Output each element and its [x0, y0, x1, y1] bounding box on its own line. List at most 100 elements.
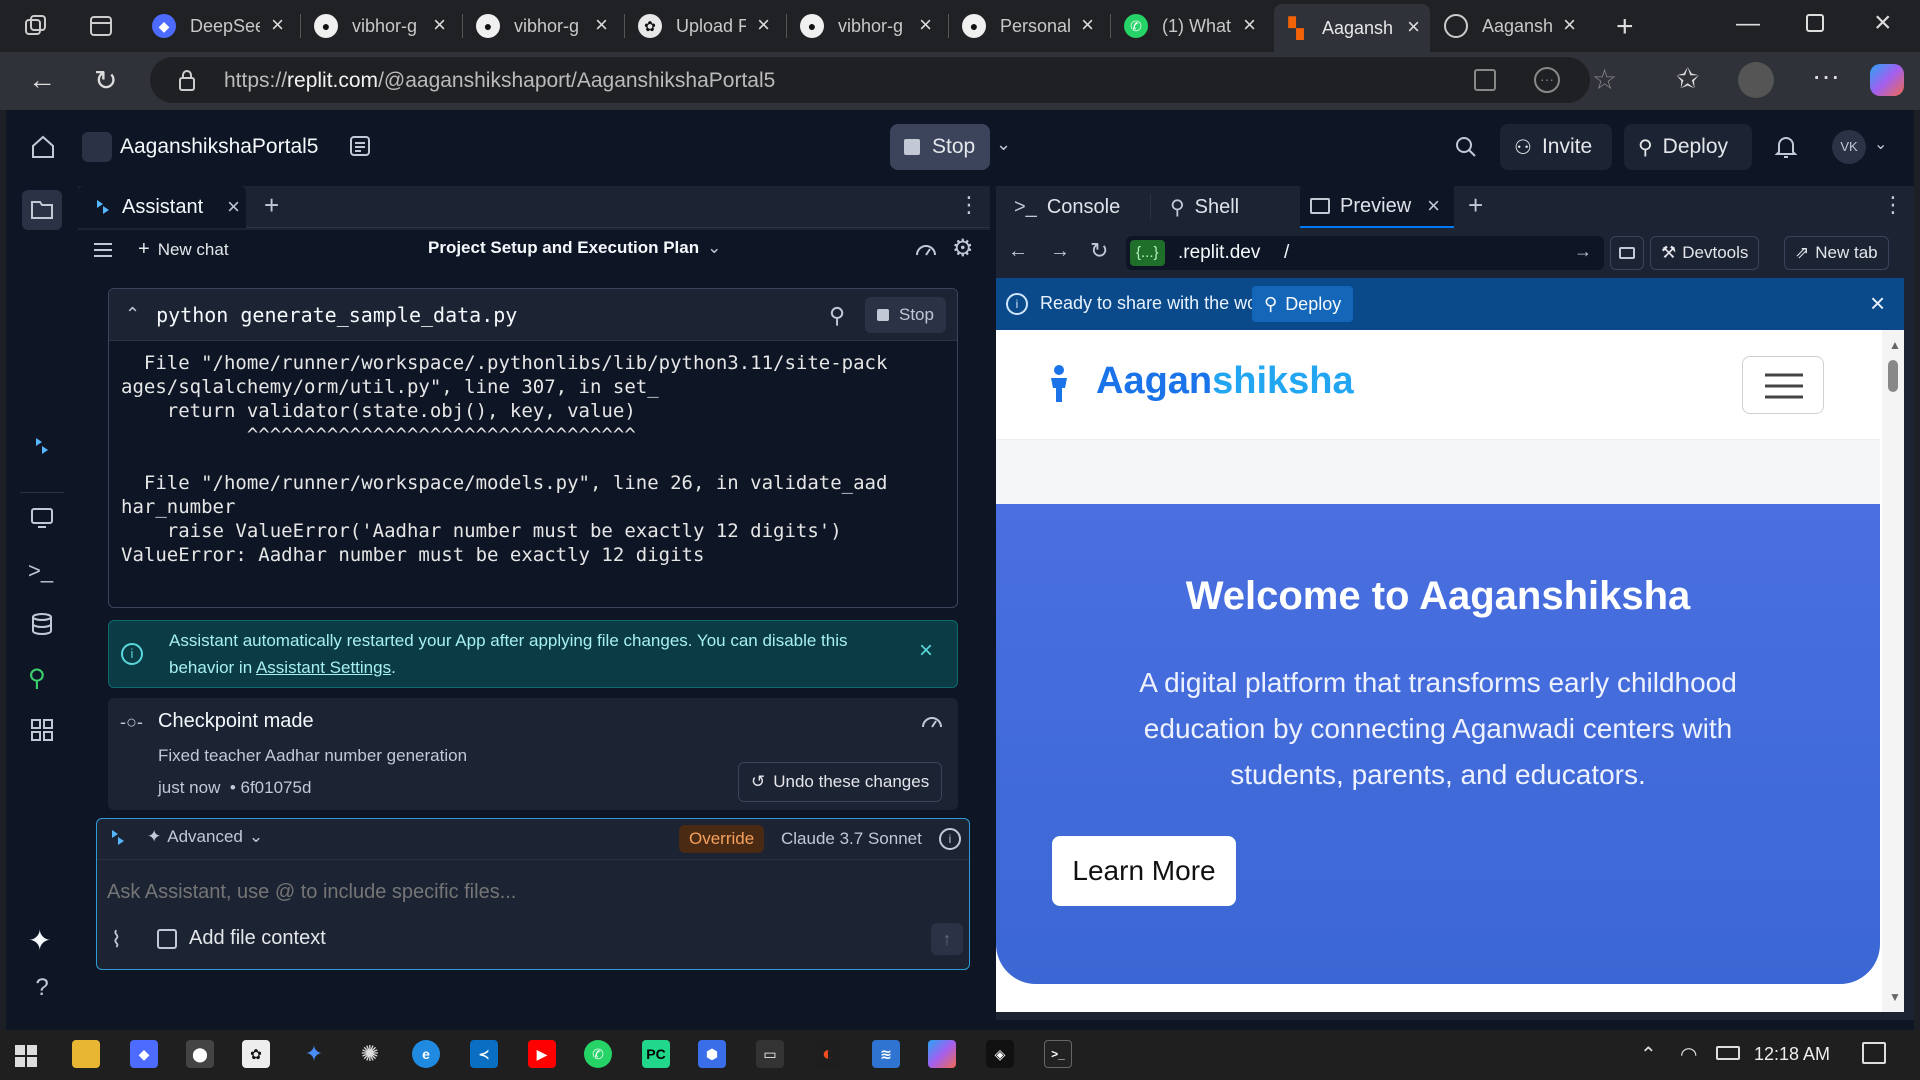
- browser-tab-replit-active[interactable]: ▚ Aagansh ×: [1274, 4, 1430, 52]
- devtools-button[interactable]: ⚒ Devtools: [1650, 236, 1760, 270]
- close-tab-icon[interactable]: ×: [595, 14, 608, 36]
- preview-url-bar[interactable]: {...} .replit.dev / →: [1126, 236, 1604, 270]
- browser-tab-chatgpt[interactable]: ✿ Upload F ×: [628, 6, 780, 46]
- chatgpt-app-icon[interactable]: ✿: [242, 1040, 270, 1068]
- collapse-chevron-icon[interactable]: ⌃: [125, 304, 140, 325]
- windows-start-icon[interactable]: [14, 1044, 38, 1068]
- device-preview-button[interactable]: [1610, 236, 1644, 270]
- database-tool-icon[interactable]: [28, 610, 56, 638]
- scrollbar-thumb[interactable]: [1888, 360, 1898, 392]
- window-close-icon[interactable]: ×: [1874, 6, 1892, 40]
- learn-more-button[interactable]: Learn More: [1052, 836, 1236, 906]
- project-info-icon[interactable]: [348, 134, 372, 158]
- add-tab-icon[interactable]: +: [264, 190, 279, 221]
- file-explorer-icon[interactable]: [72, 1040, 100, 1068]
- add-file-context-button[interactable]: Add file context: [157, 927, 326, 950]
- home-icon[interactable]: [30, 134, 56, 160]
- reload-icon[interactable]: ↻: [94, 64, 117, 97]
- dismiss-banner-icon[interactable]: ×: [1870, 288, 1885, 319]
- undo-changes-button[interactable]: ↺ Undo these changes: [738, 762, 943, 802]
- rollback-gauge-icon[interactable]: [920, 710, 944, 732]
- favorite-star-icon[interactable]: ☆: [1592, 63, 1617, 96]
- mode-selector[interactable]: ✦ Advanced ⌄: [147, 827, 263, 847]
- site-brand[interactable]: Aaganshiksha: [1096, 360, 1354, 403]
- browser-menu-icon[interactable]: ···: [1812, 60, 1840, 92]
- new-tab-icon[interactable]: +: [1616, 10, 1634, 44]
- usage-gauge-icon[interactable]: [914, 238, 938, 260]
- show-hidden-icons-chevron[interactable]: ⌃: [1640, 1042, 1657, 1067]
- ai-sparkle-icon[interactable]: ✦: [28, 924, 56, 956]
- app-stack-icon[interactable]: ≋: [872, 1040, 900, 1068]
- add-tab-icon[interactable]: +: [1468, 190, 1483, 221]
- banner-deploy-button[interactable]: ⚲ Deploy: [1252, 286, 1354, 322]
- webview-scrollbar[interactable]: ▲ ▼: [1882, 330, 1904, 1012]
- deployments-tool-icon[interactable]: ⚲: [28, 664, 56, 692]
- go-arrow-icon[interactable]: →: [1574, 241, 1592, 262]
- panel-menu-icon[interactable]: ⋮: [1882, 192, 1904, 218]
- assistant-settings-link[interactable]: Assistant Settings: [256, 658, 391, 677]
- cursor-app-icon[interactable]: ◈: [986, 1040, 1014, 1068]
- project-avatar[interactable]: [82, 132, 112, 162]
- browser-tab-preview[interactable]: Aagansh ×: [1434, 6, 1586, 46]
- panel-menu-icon[interactable]: ⋮: [958, 192, 980, 218]
- tab-shell[interactable]: ⚲ Shell: [1162, 186, 1296, 228]
- vscode-icon[interactable]: ≺: [470, 1040, 498, 1068]
- browser-tab-deepseek[interactable]: ◆ DeepSee ×: [142, 6, 294, 46]
- command-stop-button[interactable]: Stop: [865, 297, 946, 333]
- scroll-down-icon[interactable]: ▼: [1889, 990, 1901, 1004]
- assistant-prompt-input[interactable]: [107, 875, 957, 909]
- account-chevron-icon[interactable]: ⌄: [1874, 134, 1887, 154]
- info-icon[interactable]: i: [939, 828, 961, 850]
- browser-tab-github-personal[interactable]: ● Personal ×: [952, 6, 1104, 46]
- deepseek-app-icon[interactable]: ◆: [130, 1040, 158, 1068]
- app-cube-icon[interactable]: ⬢: [698, 1040, 726, 1068]
- gemini-app-icon[interactable]: ✦: [300, 1040, 328, 1068]
- close-tab-icon[interactable]: ×: [1243, 14, 1256, 36]
- close-tab-icon[interactable]: ×: [271, 14, 284, 36]
- copilot-app-icon[interactable]: [928, 1040, 956, 1068]
- chat-history-list-icon[interactable]: [92, 240, 114, 260]
- figma-icon[interactable]: ◐: [814, 1040, 842, 1068]
- preview-forward-icon[interactable]: →: [1050, 240, 1070, 263]
- app-window-icon[interactable]: ▭: [756, 1040, 784, 1068]
- pycharm-icon[interactable]: PC: [642, 1040, 670, 1068]
- settings-gear-icon[interactable]: ⚙: [952, 234, 974, 263]
- address-bar[interactable]: https://replit.com/@aaganshikshaport/Aag…: [150, 57, 1617, 103]
- close-tab-icon[interactable]: ×: [1563, 14, 1576, 36]
- copilot-icon[interactable]: [1870, 64, 1904, 96]
- whatsapp-app-icon[interactable]: ✆: [584, 1040, 612, 1068]
- browser-tab-whatsapp[interactable]: ✆ (1) What ×: [1114, 6, 1266, 46]
- search-icon[interactable]: [1454, 135, 1478, 159]
- preview-webview-tool-icon[interactable]: [28, 504, 56, 532]
- youtube-icon[interactable]: ▶: [528, 1040, 556, 1068]
- notifications-bell-icon[interactable]: [1774, 134, 1798, 160]
- override-badge[interactable]: Override: [679, 825, 765, 853]
- project-name[interactable]: AaganshikshaPortal5: [120, 135, 318, 159]
- close-tab-icon[interactable]: ×: [1081, 14, 1094, 36]
- assistant-tool-icon[interactable]: [28, 432, 56, 460]
- command-header[interactable]: ⌃ python generate_sample_data.py ⚲ Stop: [109, 289, 957, 341]
- browser-tab-github-3[interactable]: ● vibhor-g ×: [790, 6, 942, 46]
- stop-run-button[interactable]: Stop: [890, 124, 990, 170]
- perplexity-app-icon[interactable]: ✺: [356, 1040, 384, 1068]
- tab-assistant[interactable]: Assistant ×: [78, 186, 246, 228]
- close-tab-icon[interactable]: ×: [1407, 16, 1420, 38]
- dismiss-banner-icon[interactable]: ×: [919, 637, 933, 664]
- close-tab-icon[interactable]: ×: [919, 14, 932, 36]
- tab-actions-icon[interactable]: [88, 13, 114, 39]
- clock-time[interactable]: 12:18 AM: [1754, 1044, 1830, 1065]
- favorites-icon[interactable]: ✩: [1676, 62, 1699, 95]
- deploy-button[interactable]: ⚲ Deploy: [1624, 124, 1752, 170]
- files-tool-button[interactable]: [22, 190, 62, 230]
- more-tools-icon[interactable]: ···: [1534, 67, 1560, 93]
- back-arrow-icon[interactable]: ←: [28, 64, 56, 96]
- minimize-icon[interactable]: —: [1736, 10, 1760, 38]
- close-tab-icon[interactable]: ×: [227, 194, 240, 220]
- battery-icon[interactable]: [1716, 1046, 1740, 1060]
- preview-back-icon[interactable]: ←: [1008, 240, 1028, 263]
- invite-button[interactable]: ⚇ Invite: [1500, 124, 1612, 170]
- new-tab-button[interactable]: ⇗ New tab: [1784, 236, 1889, 270]
- scroll-up-icon[interactable]: ▲: [1889, 338, 1901, 352]
- app-available-icon[interactable]: [1474, 69, 1496, 91]
- hamburger-menu-button[interactable]: [1742, 356, 1824, 414]
